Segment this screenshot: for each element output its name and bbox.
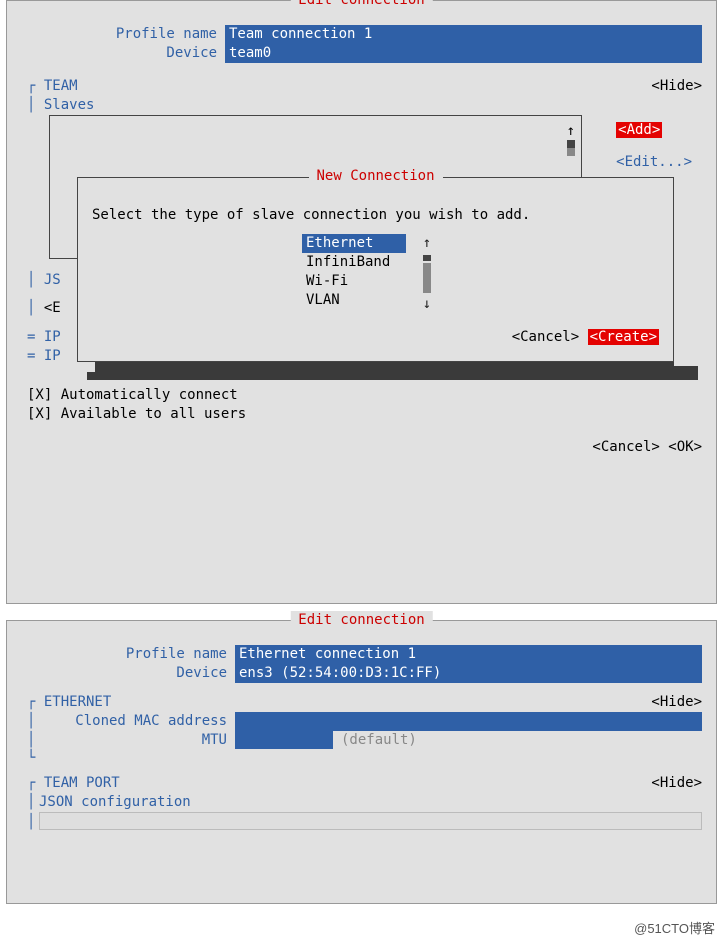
option-vlan[interactable]: VLAN [302, 291, 422, 310]
dialog-create-button[interactable]: <Create> [588, 329, 659, 345]
connection-type-list[interactable]: Ethernet InfiniBand Wi-Fi VLAN [302, 234, 422, 314]
scroll-track-icon [423, 263, 431, 293]
ethernet-section-label: ETHERNET [44, 694, 111, 710]
mtu-input[interactable] [235, 731, 333, 750]
profile-name-input[interactable]: Team connection 1 [225, 25, 702, 44]
scroll-thumb-icon[interactable] [567, 140, 575, 148]
device-label: Device [27, 44, 225, 63]
profile-name-label: Profile name [27, 645, 235, 664]
section-bracket-icon: ┌ [27, 78, 44, 94]
option-ethernet[interactable]: Ethernet [302, 234, 406, 253]
edit-button[interactable]: <Edit...> [616, 154, 692, 170]
cancel-button[interactable]: <Cancel> [592, 439, 659, 455]
hide-button[interactable]: <Hide> [651, 77, 702, 96]
option-infiniband[interactable]: InfiniBand [302, 253, 422, 272]
all-users-checkbox[interactable]: [X] Available to all users [27, 405, 702, 424]
add-button[interactable]: <Add> [616, 122, 662, 138]
json-config-label-truncated: JS [44, 272, 61, 288]
ip-row-1: = IP [27, 329, 61, 345]
ip-row-2: = IP [27, 348, 61, 364]
ok-button[interactable]: <OK> [668, 439, 702, 455]
json-config-input[interactable] [39, 812, 702, 830]
dialog-prompt: Select the type of slave connection you … [92, 206, 659, 225]
device-label: Device [27, 664, 235, 683]
slaves-label: Slaves [44, 97, 95, 113]
new-connection-dialog: New Connection Select the type of slave … [77, 177, 674, 373]
window-title: Edit connection [290, 611, 432, 630]
profile-name-input[interactable]: Ethernet connection 1 [235, 645, 702, 664]
window-title: Edit connection [290, 0, 432, 10]
cloned-mac-label: Cloned MAC address [39, 712, 235, 731]
device-input[interactable]: team0 [225, 44, 702, 63]
team-port-section-label: TEAM PORT [44, 775, 120, 791]
mtu-hint: (default) [333, 731, 417, 750]
scroll-thumb-icon[interactable] [423, 255, 431, 261]
scroll-down-icon[interactable]: ↓ [423, 295, 431, 314]
scroll-up-icon[interactable]: ↑ [423, 234, 431, 253]
profile-name-label: Profile name [27, 25, 225, 44]
mtu-label: MTU [39, 731, 235, 750]
json-config-label: JSON configuration [39, 793, 191, 812]
dialog-cancel-button[interactable]: <Cancel> [512, 329, 579, 345]
dialog-title: New Connection [308, 167, 442, 186]
scroll-up-icon[interactable]: ↑ [567, 122, 575, 141]
edit-truncated-label: <E [44, 300, 61, 316]
scroll-track-icon [567, 148, 575, 156]
team-section-label: TEAM [44, 78, 78, 94]
option-wifi[interactable]: Wi-Fi [302, 272, 422, 291]
hide-button[interactable]: <Hide> [651, 693, 702, 712]
watermark: @51CTO博客 [0, 920, 723, 942]
hide-button[interactable]: <Hide> [651, 774, 702, 793]
device-input[interactable]: ens3 (52:54:00:D3:1C:FF) [235, 664, 702, 683]
auto-connect-checkbox[interactable]: [X] Automatically connect [27, 386, 702, 405]
cloned-mac-input[interactable] [235, 712, 702, 731]
